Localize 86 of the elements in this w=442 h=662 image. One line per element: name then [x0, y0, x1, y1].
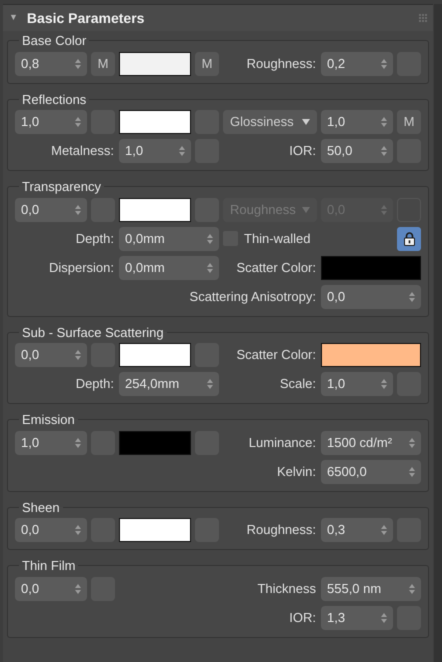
color-swatch[interactable] [119, 430, 191, 454]
number-spinner[interactable]: 0,0 [15, 198, 87, 222]
number-spinner[interactable]: 0,3 [321, 518, 393, 542]
caret-icon [302, 206, 310, 212]
map-button[interactable]: M [91, 52, 115, 76]
spinner-arrows-icon [381, 379, 387, 389]
spinner-arrows-icon [381, 117, 387, 127]
spinner-arrows-icon [409, 466, 415, 476]
field-label: Thickness [256, 580, 317, 598]
field-label: Metalness: [50, 142, 115, 160]
group-title: Base Color [21, 32, 88, 50]
number-spinner[interactable]: 0,0mm [119, 256, 219, 280]
number-spinner[interactable]: 50,0 [321, 139, 393, 163]
map-button[interactable]: M [195, 52, 219, 76]
scrollbar[interactable] [434, 4, 442, 662]
number-spinner[interactable]: 0,0 [15, 518, 87, 542]
spinner-arrows-icon [75, 525, 81, 535]
expander-toggle[interactable]: ▼ [9, 11, 18, 25]
field-label: Roughness: [246, 521, 317, 540]
number-spinner[interactable]: 1,0 [321, 372, 393, 396]
group-title: Reflections [21, 90, 88, 108]
lock-button[interactable] [397, 226, 421, 250]
number-spinner[interactable]: 1,0 [119, 139, 191, 163]
group-title: Transparency [21, 178, 102, 196]
spinner-arrows-icon [409, 584, 415, 594]
group-title: Sheen [21, 498, 61, 516]
spinner-arrows-icon [207, 262, 213, 272]
field-label: Scatter Color: [236, 258, 317, 277]
dropdown[interactable]: Glossiness [223, 110, 317, 134]
field-label: Scattering Anisotropy: [188, 288, 317, 306]
spinner-arrows-icon [179, 146, 185, 156]
color-swatch[interactable] [119, 198, 191, 222]
spinner-arrows-icon [75, 117, 81, 127]
map-button[interactable]: M [397, 110, 421, 134]
number-spinner[interactable]: 0,0 [15, 576, 87, 600]
spinner-arrows-icon [381, 58, 387, 68]
color-swatch[interactable] [119, 52, 191, 76]
field-label: Depth: [74, 375, 115, 394]
caret-icon [302, 119, 310, 125]
number-spinner[interactable]: 1500 cd/m² [321, 430, 421, 454]
spinner-arrows-icon [381, 612, 387, 622]
group-title: Emission [21, 411, 76, 429]
color-swatch[interactable] [119, 343, 191, 367]
grip-icon[interactable] [419, 14, 427, 22]
spinner-arrows-icon [381, 525, 387, 535]
spinner-arrows-icon [381, 146, 387, 156]
color-swatch[interactable] [119, 110, 191, 134]
color-swatch[interactable] [321, 343, 421, 367]
number-spinner[interactable]: 0,2 [321, 52, 393, 76]
spinner-arrows-icon [75, 204, 81, 214]
number-spinner[interactable]: 0,8 [15, 52, 87, 76]
rollout-title: Basic Parameters [26, 8, 144, 28]
padlock-icon [404, 232, 414, 246]
spinner-arrows-icon [75, 58, 81, 68]
number-spinner[interactable]: 6500,0 [321, 460, 421, 484]
spinner-arrows-icon [75, 438, 81, 448]
field-label: Roughness: [246, 54, 317, 73]
spinner-arrows-icon [207, 379, 213, 389]
field-label: Scale: [278, 375, 317, 394]
field-label: Depth: [74, 230, 115, 248]
field-label: Luminance: [248, 434, 317, 452]
number-spinner[interactable]: 555,0 nm [321, 576, 421, 600]
spinner-arrows-icon [409, 292, 415, 302]
spinner-arrows-icon [381, 204, 387, 214]
number-spinner[interactable]: 1,3 [321, 606, 393, 630]
number-spinner[interactable]: 0,0 [321, 284, 421, 308]
color-swatch[interactable] [321, 256, 421, 280]
group-title: Thin Film [21, 557, 76, 575]
field-label: Scatter Color: [236, 346, 317, 364]
spinner-arrows-icon [207, 234, 213, 244]
number-spinner[interactable]: 1,0 [321, 110, 393, 134]
number-spinner[interactable]: 1,0 [15, 110, 87, 134]
field-label: Dispersion: [48, 258, 115, 277]
spinner-arrows-icon [409, 438, 415, 448]
spinner-arrows-icon [75, 350, 81, 360]
thin-walled-checkbox[interactable]: Thin-walled [223, 226, 393, 250]
group-title: Sub - Surface Scattering [21, 324, 165, 342]
color-swatch[interactable] [119, 518, 191, 542]
number-spinner[interactable]: 254,0mm [119, 372, 219, 396]
field-label: Kelvin: [276, 462, 317, 481]
number-spinner[interactable]: 0,0mm [119, 226, 219, 250]
field-label: IOR: [288, 142, 317, 160]
spinner-arrows-icon [75, 584, 81, 594]
number-spinner[interactable]: 0,0 [15, 343, 87, 367]
number-spinner[interactable]: 1,0 [15, 430, 87, 454]
field-label: IOR: [288, 608, 317, 627]
